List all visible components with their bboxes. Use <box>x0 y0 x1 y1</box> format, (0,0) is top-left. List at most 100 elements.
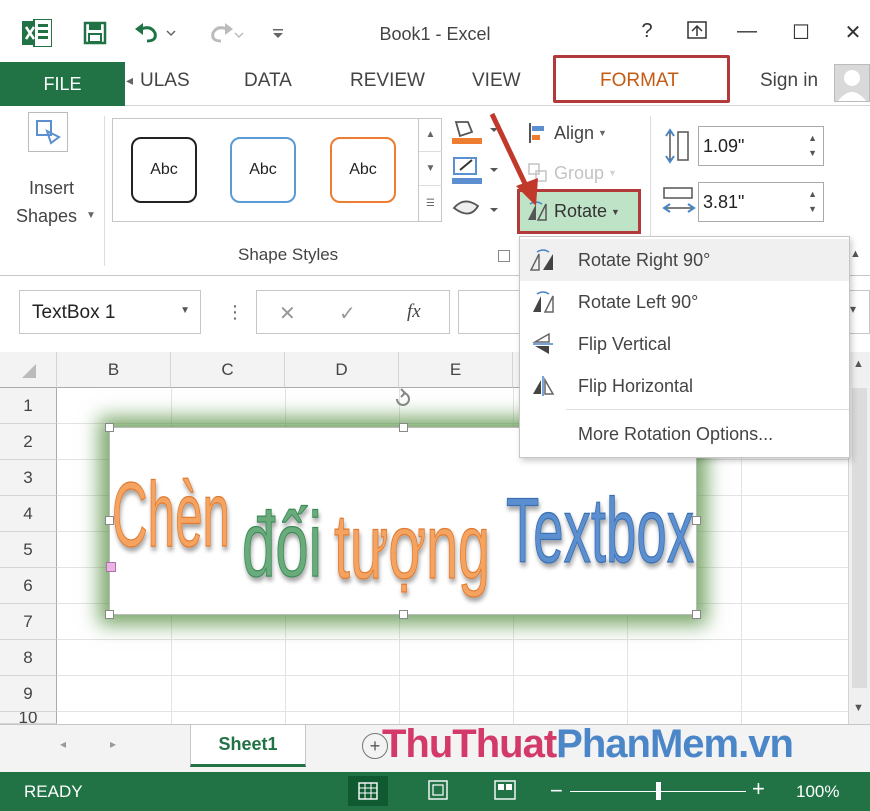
chevron-down-icon[interactable]: ▼ <box>180 305 190 316</box>
scroll-thumb[interactable] <box>852 388 867 688</box>
normal-view-button[interactable] <box>348 776 388 806</box>
width-value: 3.81" <box>703 191 745 212</box>
watermark-part-2: PhanMem <box>556 722 739 766</box>
resize-handle[interactable] <box>692 610 701 619</box>
zoom-out-icon[interactable]: − <box>550 778 563 804</box>
tab-file[interactable]: FILE <box>0 62 125 106</box>
gallery-scroll[interactable]: ▲ ▼ ☰ <box>418 118 442 222</box>
shape-style-3[interactable]: Abc <box>330 137 396 203</box>
menu-item-rotate-left[interactable]: Rotate Left 90° <box>520 281 849 323</box>
dialog-launcher-icon[interactable] <box>498 250 510 262</box>
page-layout-view-icon[interactable] <box>428 780 448 804</box>
sheet-tab-sheet1[interactable]: Sheet1 <box>190 725 306 767</box>
scroll-up-icon[interactable]: ▲ <box>853 358 864 370</box>
gridline <box>57 675 848 676</box>
name-box-value: TextBox 1 <box>32 302 116 323</box>
resize-handle[interactable] <box>692 516 701 525</box>
tab-review[interactable]: REVIEW <box>350 70 425 92</box>
shape-style-2[interactable]: Abc <box>230 137 296 203</box>
shape-style-1[interactable]: Abc <box>131 137 197 203</box>
normal-view-icon <box>358 782 378 800</box>
enter-icon[interactable]: ✓ <box>339 301 356 326</box>
tab-view[interactable]: VIEW <box>472 70 521 92</box>
zoom-in-icon[interactable]: + <box>752 776 765 802</box>
adjust-handle[interactable] <box>106 562 116 572</box>
rotate-label: Rotate <box>554 201 608 221</box>
resize-handle[interactable] <box>105 516 114 525</box>
row-header-6[interactable]: 6 <box>0 568 57 604</box>
column-header-b[interactable]: B <box>57 352 171 388</box>
tab-formulas[interactable]: ULAS <box>140 70 190 92</box>
sign-in-link[interactable]: Sign in <box>760 70 818 92</box>
chevron-down-icon: ▼ <box>611 206 620 217</box>
chevron-down-icon: ▼ <box>86 210 96 221</box>
wordart-word-2: đối <box>242 494 322 596</box>
menu-item-label: Flip Vertical <box>578 333 672 354</box>
column-header-d[interactable]: D <box>285 352 399 388</box>
rotation-handle-icon[interactable] <box>392 388 414 410</box>
scroll-down-icon[interactable]: ▼ <box>853 702 864 714</box>
align-label: Align <box>554 122 595 143</box>
expand-formula-bar-icon[interactable]: ▾ <box>850 302 856 316</box>
shape-width-icon <box>662 187 696 213</box>
column-header-e[interactable]: E <box>399 352 513 388</box>
undo-icon[interactable] <box>130 18 180 48</box>
gallery-down-icon[interactable]: ▼ <box>419 152 442 186</box>
row-header-4[interactable]: 4 <box>0 496 57 532</box>
menu-item-more-rotation-options[interactable]: More Rotation Options... <box>520 413 849 455</box>
watermark: ThuThuatPhanMem.vn <box>382 722 794 767</box>
help-button[interactable]: ? <box>632 20 662 43</box>
page-break-view-icon[interactable] <box>494 780 516 804</box>
title-bar: Book1 - Excel ? — ☐ ✕ <box>0 0 870 62</box>
gallery-up-icon[interactable]: ▲ <box>419 118 442 152</box>
tab-scroll-left-icon[interactable]: ◂ <box>126 72 133 89</box>
row-header-7[interactable]: 7 <box>0 604 57 640</box>
row-header-5[interactable]: 5 <box>0 532 57 568</box>
zoom-slider-thumb[interactable] <box>656 782 661 800</box>
insert-shapes-label-1: Insert <box>29 178 75 198</box>
tab-data[interactable]: DATA <box>244 70 292 92</box>
name-box[interactable]: TextBox 1 ▼ <box>19 290 201 334</box>
redo-icon[interactable] <box>198 18 248 48</box>
plus-icon: + <box>369 735 381 756</box>
minimize-button[interactable]: — <box>732 20 762 43</box>
row-header-2[interactable]: 2 <box>0 424 57 460</box>
customize-qat-icon[interactable] <box>268 18 288 48</box>
shape-height-icon <box>665 128 689 164</box>
close-button[interactable]: ✕ <box>838 20 868 45</box>
zoom-level[interactable]: 100% <box>796 782 839 802</box>
collapse-ribbon-icon[interactable]: ▲ <box>850 248 861 260</box>
gallery-more-icon[interactable]: ☰ <box>419 186 442 220</box>
width-field[interactable]: 3.81" ▲ ▼ <box>662 180 832 224</box>
row-header-3[interactable]: 3 <box>0 460 57 496</box>
maximize-button[interactable]: ☐ <box>786 20 816 45</box>
resize-handle[interactable] <box>399 610 408 619</box>
menu-item-rotate-right[interactable]: Rotate Right 90° <box>520 239 849 281</box>
spinner-icon[interactable]: ▲ ▼ <box>808 131 817 161</box>
select-all-corner[interactable] <box>0 352 57 388</box>
height-field[interactable]: 1.09" ▲ ▼ <box>662 124 832 168</box>
resize-handle[interactable] <box>105 423 114 432</box>
row-header-1[interactable]: 1 <box>0 388 57 424</box>
column-header-c[interactable]: C <box>171 352 285 388</box>
chevron-down-icon: ▼ <box>608 168 617 178</box>
cancel-icon[interactable]: ✕ <box>279 301 296 326</box>
row-header-8[interactable]: 8 <box>0 640 57 676</box>
row-header-10[interactable]: 10 <box>0 712 57 724</box>
zoom-slider[interactable] <box>570 782 746 800</box>
save-icon[interactable] <box>80 18 110 48</box>
sheet-nav-next-icon[interactable]: ▸ <box>110 737 116 751</box>
menu-item-flip-horizontal[interactable]: Flip Horizontal <box>520 365 849 407</box>
resize-handle[interactable] <box>105 610 114 619</box>
sheet-nav-prev-icon[interactable]: ◂ <box>60 737 66 751</box>
ribbon-display-options-icon[interactable] <box>682 20 712 46</box>
insert-shapes-button[interactable]: Insert Shapes ▼ <box>14 112 98 232</box>
excel-logo-icon <box>20 18 54 48</box>
menu-item-flip-vertical[interactable]: Flip Vertical <box>520 323 849 365</box>
row-header-9[interactable]: 9 <box>0 676 57 712</box>
resize-handle[interactable] <box>399 423 408 432</box>
insert-function-icon[interactable]: fx <box>407 301 421 323</box>
user-avatar-icon[interactable] <box>834 64 870 102</box>
vertical-scrollbar[interactable]: ▲ ▼ <box>848 352 870 724</box>
spinner-icon[interactable]: ▲ ▼ <box>808 187 817 217</box>
